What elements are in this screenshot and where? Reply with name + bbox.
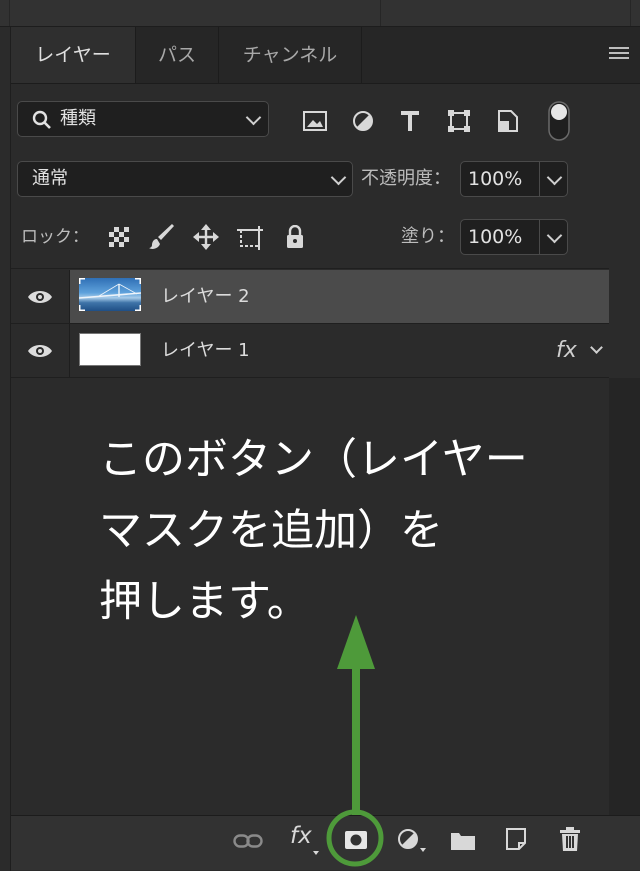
adjustment-layer-filter-icon[interactable] — [352, 110, 374, 132]
fill-value: 100% — [468, 226, 523, 248]
lock-transparency-icon[interactable] — [109, 227, 129, 247]
panel-tabs: レイヤー パス チャンネル — [11, 27, 640, 84]
tab-paths[interactable]: パス — [136, 27, 218, 83]
green-arrow-annotation — [337, 615, 375, 829]
lock-artboard-icon[interactable] — [237, 224, 265, 250]
delete-layer-trash-icon[interactable] — [559, 826, 581, 852]
layer-effects-expand-icon[interactable] — [590, 341, 603, 354]
tab-channels[interactable]: チャンネル — [219, 27, 361, 83]
tab-layers[interactable]: レイヤー — [11, 27, 135, 83]
visibility-cell[interactable] — [11, 270, 70, 323]
lock-pixels-brush-icon[interactable] — [148, 224, 176, 250]
eye-icon[interactable] — [27, 343, 53, 359]
highlight-circle-annotation — [326, 809, 384, 867]
panel-menu-icon[interactable] — [609, 47, 629, 63]
layer-row-1[interactable]: レイヤー 1 fx — [11, 324, 609, 377]
pixel-layer-filter-icon[interactable] — [303, 111, 327, 131]
visibility-cell[interactable] — [11, 324, 70, 377]
search-icon — [32, 110, 51, 129]
layer-thumbnail-photo[interactable] — [79, 278, 141, 311]
layer-effects-fx-icon[interactable]: fx — [556, 324, 577, 377]
layer-name[interactable]: レイヤー 2 — [161, 270, 250, 323]
instruction-text: このボタン（レイヤー マスクを追加）を 押します。 — [99, 425, 619, 638]
lock-label: ロック： — [21, 227, 89, 247]
fill-label: 塗り： — [401, 226, 455, 247]
filter-label: 種類 — [60, 108, 96, 129]
fill-input[interactable]: 100% — [460, 219, 568, 255]
smart-object-filter-icon[interactable] — [497, 109, 519, 133]
filter-toggle-switch[interactable] — [548, 101, 570, 141]
layer-row-2[interactable]: レイヤー 2 — [11, 270, 609, 323]
layer-thumbnail-white[interactable] — [79, 333, 141, 366]
opacity-chevron-icon[interactable] — [546, 169, 563, 186]
chevron-down-icon — [330, 169, 347, 186]
type-layer-filter-icon[interactable] — [400, 110, 420, 132]
add-layer-style-fx-icon[interactable]: fx — [290, 823, 312, 849]
opacity-label: 不透明度： — [361, 168, 451, 189]
lock-position-move-icon[interactable] — [193, 224, 219, 250]
blend-mode-select[interactable]: 通常 — [17, 161, 353, 197]
layer-name[interactable]: レイヤー 1 — [161, 324, 250, 377]
opacity-value: 100% — [468, 168, 523, 190]
eye-icon[interactable] — [27, 289, 53, 305]
new-layer-icon[interactable] — [505, 827, 527, 851]
shape-layer-filter-icon[interactable] — [447, 109, 471, 133]
new-group-folder-icon[interactable] — [450, 829, 476, 851]
instruction-line-2: マスクを追加）を — [99, 506, 443, 556]
blend-mode-value: 通常 — [32, 168, 68, 189]
layers-panel: レイヤー パス チャンネル 種類 通常 不透明度： 100% ロック： 塗り： … — [10, 27, 640, 871]
top-panel-strip — [0, 0, 640, 27]
fill-chevron-icon[interactable] — [546, 227, 563, 244]
chevron-down-icon — [245, 109, 262, 126]
instruction-line-1: このボタン（レイヤー — [99, 435, 528, 485]
new-adjustment-layer-icon[interactable] — [397, 828, 427, 854]
fx-dropdown-icon — [313, 851, 319, 855]
layer-filter-select[interactable]: 種類 — [17, 101, 269, 137]
opacity-input[interactable]: 100% — [460, 161, 568, 197]
link-layers-icon[interactable] — [233, 833, 263, 849]
lock-all-icon[interactable] — [285, 225, 305, 249]
